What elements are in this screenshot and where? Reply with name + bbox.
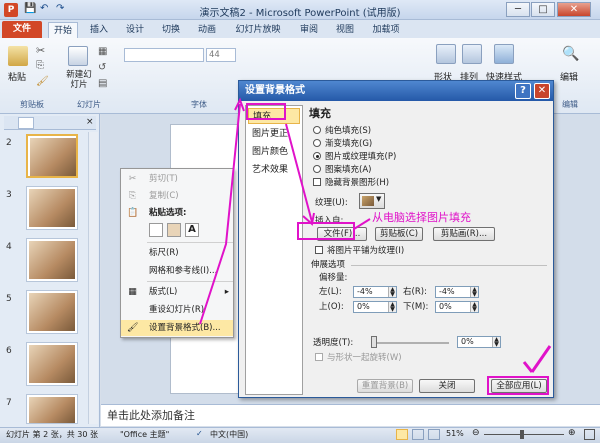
zoom-in-icon[interactable]: ⊕ (568, 428, 576, 438)
zoom-slider[interactable] (484, 434, 564, 435)
normal-view-icon[interactable] (396, 429, 408, 440)
fit-window-icon[interactable] (584, 429, 595, 440)
slide-count-status: 幻灯片 第 2 张，共 30 张 (6, 430, 98, 439)
check-mark (530, 345, 552, 373)
arrow-from-text (353, 218, 371, 230)
theme-status: "Office 主题" (120, 430, 170, 439)
language-status[interactable]: 中文(中国) (210, 429, 248, 440)
reading-view-icon[interactable] (428, 429, 440, 440)
check-mark (522, 361, 534, 373)
zoom-level[interactable]: 51% (446, 429, 464, 438)
zoom-out-icon[interactable]: ⊖ (472, 428, 480, 438)
arrowhead (302, 212, 315, 226)
annotation-arrows (199, 97, 552, 373)
spellcheck-icon[interactable]: ✓ (196, 429, 203, 438)
zoom-slider-thumb[interactable] (520, 430, 524, 439)
arrow-to-fill (199, 103, 241, 325)
arrow-to-file (285, 123, 313, 223)
sorter-view-icon[interactable] (412, 429, 424, 440)
